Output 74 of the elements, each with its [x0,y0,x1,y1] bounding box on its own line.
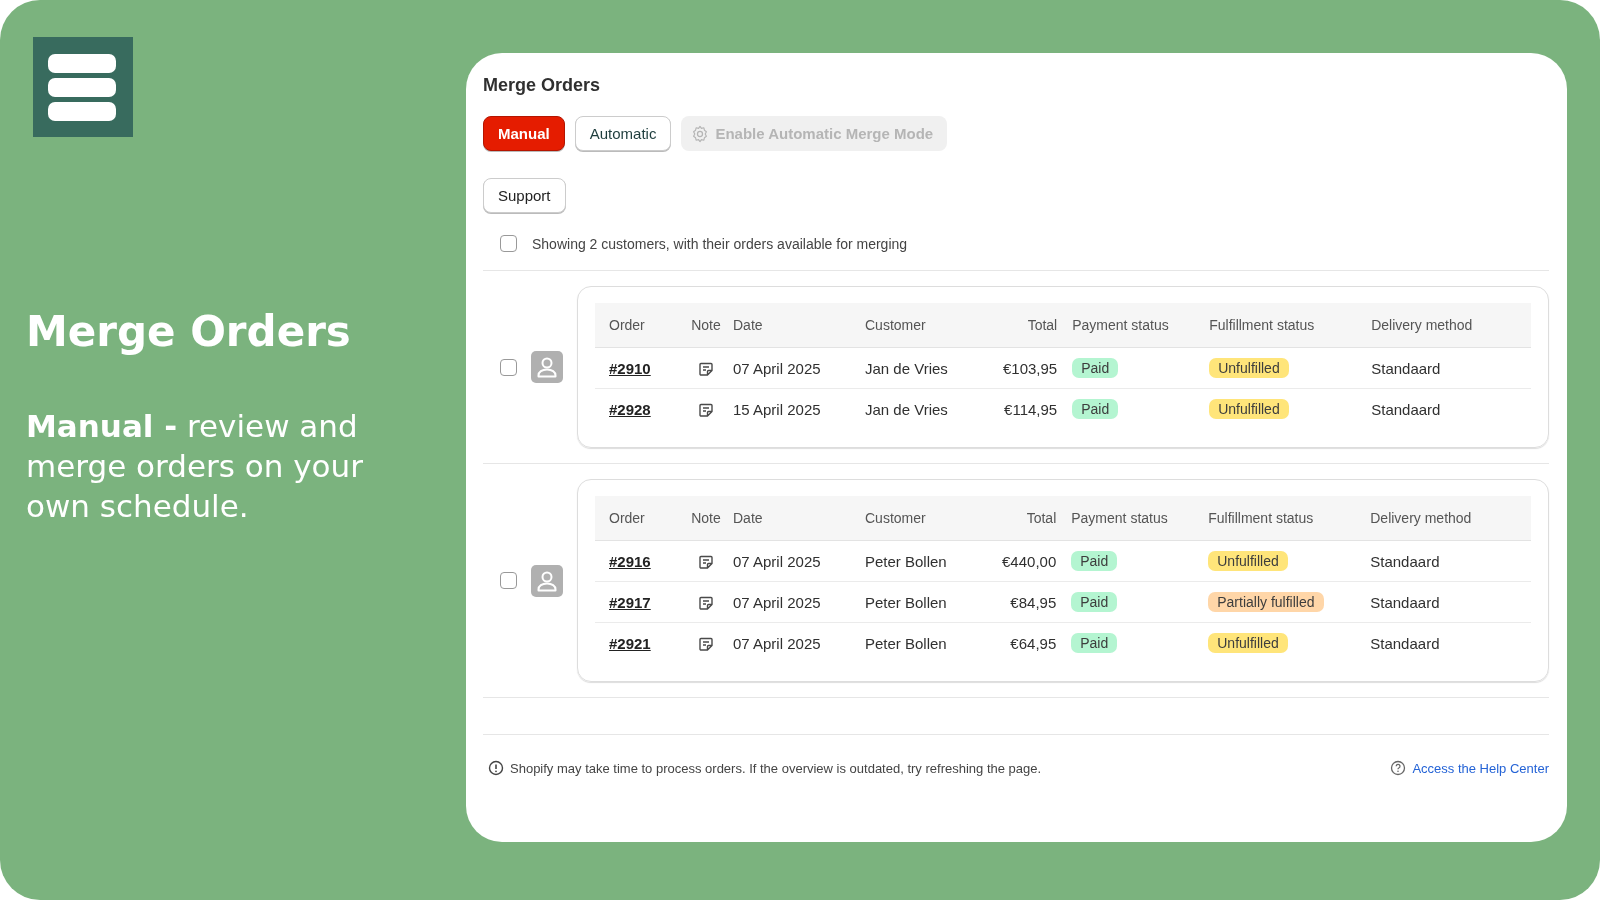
column-header: Note [680,303,732,348]
select-all-label: Showing 2 customers, with their orders available for merging [532,235,908,252]
support-button[interactable]: Support [483,178,566,213]
column-header: Order [595,496,680,541]
table-cell: 07 April 2025 [733,634,821,652]
table-cell: €103,95 [1002,359,1058,377]
payment-status-badge: Paid [1072,399,1119,419]
fulfillment-status-badge: Unfulfilled [1209,358,1289,378]
stack-logo-icon [33,37,133,137]
select-all-checkbox[interactable] [500,235,517,252]
settings-icon [691,124,710,143]
note-icon[interactable] [698,554,714,570]
promo-title: Merge Orders [26,307,352,356]
order-link[interactable]: #2917 [609,593,651,611]
table-cell: Peter Bollen [865,634,947,652]
customer-checkbox[interactable] [500,358,517,376]
payment-status-badge: Paid [1072,358,1119,378]
mode-tab[interactable]: Automatic [574,116,672,151]
table-cell: €114,95 [1004,400,1058,418]
column-header: Note [680,496,732,541]
info-icon [488,760,504,776]
fulfillment-status-badge: Unfulfilled [1208,633,1288,653]
column-header: Order [595,303,680,348]
table-cell: Standaard [1371,400,1441,418]
fulfillment-status-badge: Unfulfilled [1209,399,1289,419]
column-header: Total [996,303,1072,348]
payment-status-badge: Paid [1071,551,1118,571]
fulfillment-status-badge: Partially fulfilled [1208,592,1324,612]
note-icon[interactable] [698,361,714,377]
order-link[interactable]: #2916 [609,552,651,570]
payment-status-badge: Paid [1071,592,1118,612]
table-cell: 15 April 2025 [733,400,821,418]
help-center-link[interactable]: Access the Help Center [1412,760,1549,776]
table-cell: 07 April 2025 [733,552,821,570]
table-cell: Peter Bollen [865,593,947,611]
panel-title: Merge Orders [483,75,602,96]
fulfillment-status-badge: Unfulfilled [1208,551,1288,571]
customer-checkbox[interactable] [500,572,517,589]
order-link[interactable]: #2928 [609,400,651,418]
column-header: Total [995,496,1071,541]
table-cell: €64,95 [1010,634,1057,652]
column-header: Customer [864,303,997,348]
table-cell: €84,95 [1010,593,1057,611]
column-header: Delivery method [1369,496,1531,541]
notice-text: Shopify may take time to process orders. If the overview is outdated, try refreshing the page. [510,760,1042,776]
person-avatar-icon [531,351,563,383]
note-icon[interactable] [698,636,714,652]
order-link[interactable]: #2910 [609,359,651,377]
payment-status-badge: Paid [1071,633,1118,653]
promo-description: Manual - review and merge orders on your own schedule. [26,407,364,526]
table-cell: Jan de Vries [865,400,948,418]
help-icon [1390,760,1407,776]
table-cell: Jan de Vries [865,359,948,377]
table-cell: Standaard [1371,359,1441,377]
table-cell: €440,00 [1002,552,1057,570]
table-cell: Peter Bollen [865,552,947,570]
column-header: Fulfillment status [1208,303,1371,348]
order-link[interactable]: #2921 [609,634,651,652]
column-header: Customer [864,496,996,541]
table-cell: 07 April 2025 [733,359,821,377]
column-header: Delivery method [1370,303,1531,348]
table-cell: Standaard [1370,552,1440,570]
table-cell: Standaard [1370,634,1440,652]
column-header: Date [732,496,864,541]
table-cell: Standaard [1370,593,1440,611]
column-header: Payment status [1071,303,1209,348]
column-header: Fulfillment status [1207,496,1370,541]
column-header: Date [732,303,864,348]
table-cell: 07 April 2025 [733,593,821,611]
person-avatar-icon [531,564,563,597]
note-icon[interactable] [698,595,714,611]
column-header: Payment status [1070,496,1208,541]
note-icon[interactable] [698,402,714,418]
mode-tab[interactable]: Manual [483,116,565,151]
